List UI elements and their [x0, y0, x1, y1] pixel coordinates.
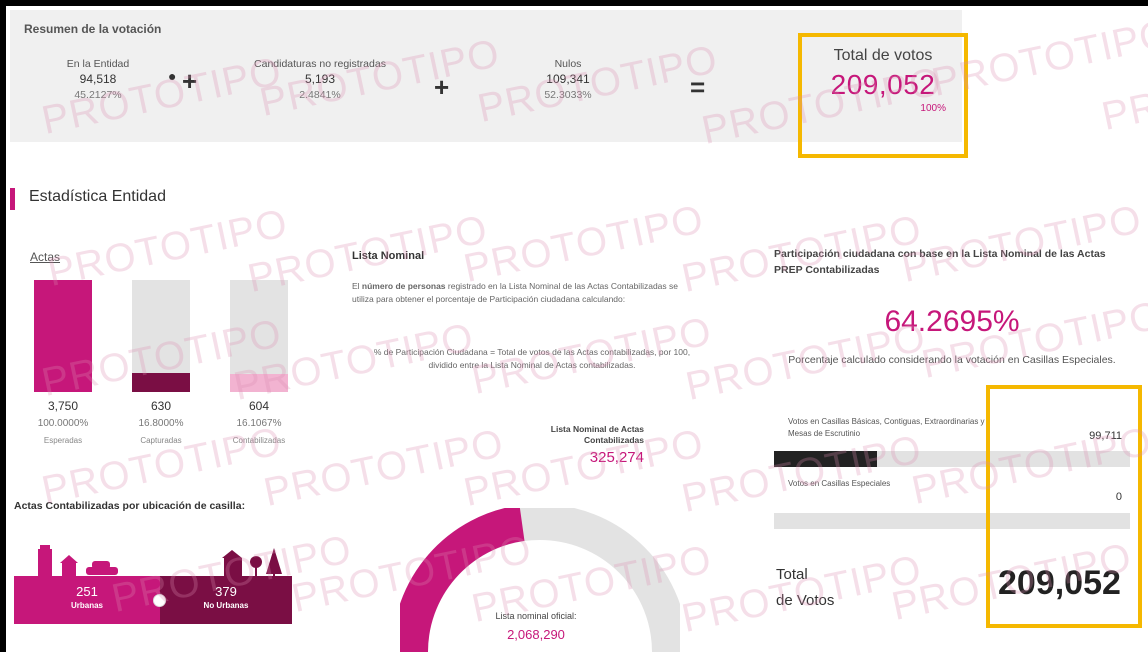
en-entidad-pct: 45.2127% [74, 89, 122, 101]
en-entidad-value: 94,518 [79, 72, 117, 86]
actas-bar-fill [34, 280, 92, 392]
actas-bar-capturadas [132, 280, 190, 392]
summary-nulos: Nulos 109,341 52.3033% [518, 58, 618, 101]
nulos-label: Nulos [554, 58, 582, 70]
lista-nominal-title: Lista Nominal [352, 250, 425, 262]
actas-bar-esperadas [34, 280, 92, 392]
participacion-note: Porcentaje calculado considerando la vot… [788, 354, 1116, 366]
lista-nominal-contab-value: 325,274 [589, 449, 644, 466]
actas-bar-value: 3,750 [47, 399, 79, 413]
lista-nominal-contab-label: Lista Nominal de Actas Contabilizadas [550, 424, 644, 445]
total-label-line1: Total [776, 566, 808, 583]
no-registradas-label: Candidaturas no registradas [254, 58, 386, 70]
urbanas-card[interactable]: 251 Urbanas [14, 576, 160, 624]
plus-operator: + [182, 66, 198, 96]
equals-operator: = [690, 72, 706, 102]
actas-bar-value: 630 [150, 399, 172, 413]
actas-bar-label: Esperadas [43, 436, 83, 445]
casillas-basicas-label: Votos en Casillas Básicas, Contiguas, Ex… [788, 417, 985, 438]
summary-title: Resumen de la votación [24, 22, 162, 36]
casillas-especiales-label: Votos en Casillas Especiales [788, 479, 891, 488]
donut-value: 2,068,290 [507, 627, 565, 642]
no-urbanas-value: 379 [215, 584, 237, 599]
participacion-title: Participación ciudadana con base en la L… [774, 248, 1106, 276]
info-dot-icon: ● [168, 68, 177, 84]
urbanas-value: 251 [76, 584, 98, 599]
actas-bar-contabilizadas [230, 280, 288, 392]
urban-buildings-icon [38, 545, 118, 577]
total-votes-value: 209,052 [830, 69, 936, 100]
total-de-votos-label: Total de Votos [776, 562, 834, 614]
actas-bar-fill [132, 373, 190, 392]
total-highlight-box [986, 385, 1142, 628]
rural-house-tree-icon [222, 548, 282, 576]
participation-formula: % de Participación Ciudadana = Total de … [373, 347, 691, 370]
total-label-line2: de Votos [776, 592, 835, 609]
donut-label: Lista nominal oficial: [495, 611, 577, 621]
actas-bar-value: 604 [248, 399, 270, 413]
total-votes-highlight: Total de votos 209,052 100% [798, 33, 968, 158]
no-urbanas-card[interactable]: 379 No Urbanas [160, 576, 292, 624]
actas-bar-pct: 16.1067% [236, 418, 282, 429]
actas-bar-fill [230, 374, 288, 392]
no-registradas-value: 5,193 [304, 72, 336, 86]
ubicacion-title: Actas Contabilizadas por ubicación de ca… [14, 500, 246, 512]
no-urbanas-label: No Urbanas [203, 601, 249, 610]
urbanas-label: Urbanas [70, 601, 103, 610]
en-entidad-label: En la Entidad [66, 58, 130, 70]
lista-nominal-description: El número de personas registrado en la L… [352, 280, 692, 306]
total-votes-label: Total de votos [833, 47, 933, 64]
actas-link[interactable]: Actas [30, 250, 60, 264]
actas-bar-pct: 16.8000% [138, 418, 184, 429]
nulos-value: 109,341 [546, 72, 590, 86]
casillas-basicas-bar-fill [774, 451, 878, 467]
summary-en-entidad: En la Entidad 94,518 45.2127% [48, 58, 148, 101]
nulos-pct: 52.3033% [544, 89, 592, 101]
actas-bar-pct: 100.0000% [37, 418, 89, 429]
participacion-value: 64.2695% [884, 305, 1020, 338]
total-votes-pct: 100% [920, 103, 946, 114]
ubicacion-divider-dot [153, 594, 166, 607]
plus-operator-2: + [434, 72, 450, 102]
no-registradas-pct: 2.4841% [299, 89, 341, 101]
lista-text-pre: El [352, 281, 362, 291]
actas-bar-label: Contabilizadas [232, 436, 286, 445]
stats-section-title: Estadística Entidad [10, 188, 166, 210]
actas-bar-label: Capturadas [140, 436, 182, 445]
summary-no-registradas: Candidaturas no registradas 5,193 2.4841… [230, 58, 410, 101]
lista-text-bold: número de personas [361, 281, 446, 291]
